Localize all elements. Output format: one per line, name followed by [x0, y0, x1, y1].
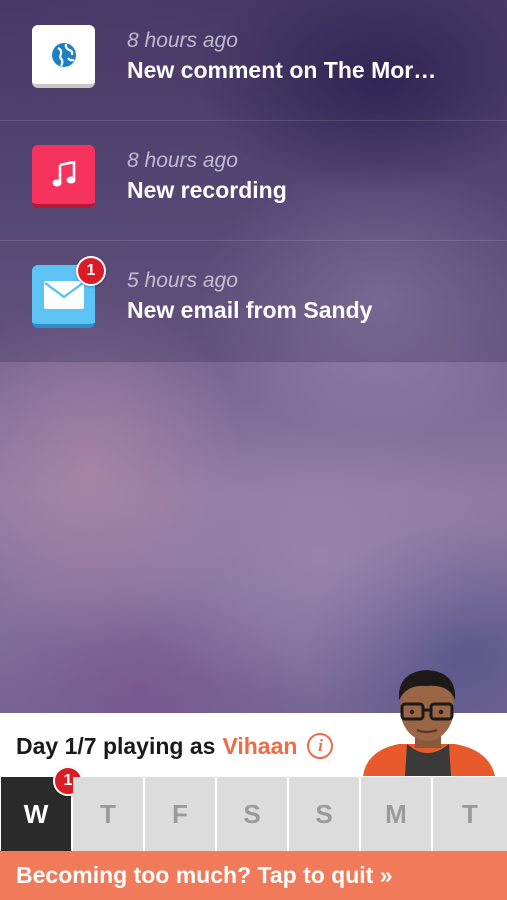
day-tab-sunday[interactable]: S [289, 777, 359, 851]
notification-item-music[interactable]: 8 hours ago New recording [0, 120, 507, 241]
quit-button[interactable]: Becoming too much? Tap to quit » [0, 851, 507, 900]
notification-item-mail[interactable]: 1 5 hours ago New email from Sandy [0, 240, 507, 360]
globe-icon [32, 25, 95, 88]
day-label: T [462, 798, 478, 829]
notification-title: New email from Sandy [127, 297, 373, 323]
week-day-selector: W 1 T F S S M T [1, 766, 507, 851]
notification-time: 5 hours ago [127, 269, 238, 292]
day-tab-wednesday[interactable]: W 1 [1, 766, 83, 851]
quit-label: Becoming too much? Tap to quit » [16, 862, 393, 888]
notification-list: 8 hours ago New comment on The Mor… 8 ho… [0, 0, 507, 363]
day-status: Day 1/7 playing as Vihaan i [16, 731, 334, 761]
notification-title: New comment on The Mor… [127, 57, 437, 83]
music-note-icon [32, 145, 95, 208]
notification-time: 8 hours ago [127, 149, 238, 172]
day-label: S [243, 798, 261, 829]
day-tab-monday[interactable]: M [361, 777, 431, 851]
day-label: M [385, 798, 407, 829]
unread-count-badge: 1 [76, 256, 106, 286]
notification-item-web[interactable]: 8 hours ago New comment on The Mor… [0, 0, 507, 121]
day-tab-thursday[interactable]: T [73, 777, 143, 851]
notification-time: 8 hours ago [127, 29, 238, 52]
day-label: W [23, 798, 49, 829]
day-tab-saturday[interactable]: S [217, 777, 287, 851]
day-progress-text: Day 1/7 playing as [16, 732, 216, 759]
day-label: F [172, 798, 188, 829]
character-avatar [363, 670, 495, 776]
info-icon[interactable]: i [307, 733, 334, 759]
notification-title: New recording [127, 177, 287, 203]
day-tab-tuesday[interactable]: T [433, 777, 507, 851]
day-label: T [100, 798, 116, 829]
day-label: S [315, 798, 333, 829]
day-tab-friday[interactable]: F [145, 777, 215, 851]
player-name: Vihaan [222, 732, 298, 759]
